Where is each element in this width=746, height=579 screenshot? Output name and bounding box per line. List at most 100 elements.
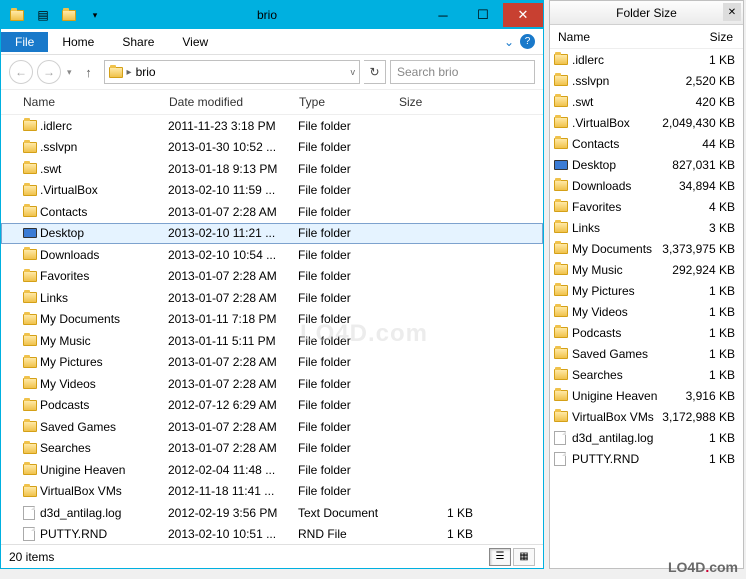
panel-row[interactable]: .idlerc1 KB <box>550 49 743 70</box>
panel-row[interactable]: My Pictures1 KB <box>550 280 743 301</box>
panel-row[interactable]: Desktop827,031 KB <box>550 154 743 175</box>
watermark-corner: LO4D.com <box>668 559 738 575</box>
panel-row[interactable]: PUTTY.RND1 KB <box>550 448 743 469</box>
panel-row[interactable]: Contacts44 KB <box>550 133 743 154</box>
panel-item-name: My Documents <box>572 242 661 256</box>
panel-item-name: My Music <box>572 263 661 277</box>
forward-button[interactable]: → <box>37 60 61 84</box>
table-row[interactable]: My Pictures2013-01-07 2:28 AMFile folder <box>1 352 543 374</box>
panel-item-name: .sslvpn <box>572 74 661 88</box>
table-row[interactable]: .idlerc2011-11-23 3:18 PMFile folder <box>1 115 543 137</box>
table-row[interactable]: Unigine Heaven2012-02-04 11:48 ...File f… <box>1 459 543 481</box>
panel-item-size: 1 KB <box>661 305 739 319</box>
table-row[interactable]: My Documents2013-01-11 7:18 PMFile folde… <box>1 309 543 331</box>
panel-row[interactable]: Links3 KB <box>550 217 743 238</box>
panel-item-size: 34,894 KB <box>661 179 739 193</box>
file-list[interactable]: .idlerc2011-11-23 3:18 PMFile folder.ssl… <box>1 115 543 545</box>
qat-newfolder-icon[interactable] <box>61 7 77 23</box>
up-button[interactable]: ↑ <box>78 61 100 83</box>
panel-row[interactable]: d3d_antilag.log1 KB <box>550 427 743 448</box>
qat-properties-icon[interactable]: ▤ <box>35 7 51 23</box>
close-button[interactable]: ✕ <box>503 3 543 27</box>
file-date: 2013-01-11 5:11 PM <box>168 334 298 348</box>
folder-icon <box>554 348 568 359</box>
panel-close-button[interactable]: ✕ <box>723 3 741 21</box>
history-dropdown-icon[interactable]: ▾ <box>65 67 74 78</box>
panel-col-name[interactable]: Name <box>554 30 663 44</box>
folder-icon <box>23 271 37 282</box>
folder-icon <box>554 285 568 296</box>
table-row[interactable]: Saved Games2013-01-07 2:28 AMFile folder <box>1 416 543 438</box>
file-type: File folder <box>298 463 398 477</box>
expand-ribbon-icon[interactable]: ⌄ <box>504 35 514 49</box>
table-row[interactable]: My Music2013-01-11 5:11 PMFile folder <box>1 330 543 352</box>
table-row[interactable]: My Videos2013-01-07 2:28 AMFile folder <box>1 373 543 395</box>
table-row[interactable]: VirtualBox VMs2012-11-18 11:41 ...File f… <box>1 481 543 503</box>
table-row[interactable]: Favorites2013-01-07 2:28 AMFile folder <box>1 266 543 288</box>
file-date: 2013-02-10 10:54 ... <box>168 248 298 262</box>
address-bar[interactable]: ▸ brio v <box>104 60 360 84</box>
tab-share[interactable]: Share <box>108 32 168 52</box>
qat-dropdown-icon[interactable]: ▾ <box>87 7 103 23</box>
panel-row[interactable]: Searches1 KB <box>550 364 743 385</box>
panel-row[interactable]: My Music292,924 KB <box>550 259 743 280</box>
table-row[interactable]: .VirtualBox2013-02-10 11:59 ...File fold… <box>1 180 543 202</box>
view-details-button[interactable]: ☰ <box>489 548 511 566</box>
panel-row[interactable]: .VirtualBox2,049,430 KB <box>550 112 743 133</box>
panel-row[interactable]: Downloads34,894 KB <box>550 175 743 196</box>
tab-file[interactable]: File <box>1 32 48 52</box>
panel-col-size[interactable]: Size <box>663 30 739 44</box>
file-type: File folder <box>298 226 398 240</box>
help-icon[interactable]: ? <box>520 34 535 49</box>
tab-view[interactable]: View <box>168 32 222 52</box>
file-type: File folder <box>298 183 398 197</box>
folder-icon <box>23 421 37 432</box>
panel-item-name: My Videos <box>572 305 661 319</box>
file-date: 2013-01-07 2:28 AM <box>168 420 298 434</box>
panel-row[interactable]: Saved Games1 KB <box>550 343 743 364</box>
back-button[interactable]: ← <box>9 60 33 84</box>
file-name: Downloads <box>40 248 168 262</box>
table-row[interactable]: PUTTY.RND2013-02-10 10:51 ...RND File1 K… <box>1 524 543 546</box>
table-row[interactable]: d3d_antilag.log2012-02-19 3:56 PMText Do… <box>1 502 543 524</box>
panel-row[interactable]: .swt420 KB <box>550 91 743 112</box>
view-icons-button[interactable]: ▦ <box>513 548 535 566</box>
col-size[interactable]: Size <box>399 95 479 109</box>
table-row[interactable]: Downloads2013-02-10 10:54 ...File folder <box>1 244 543 266</box>
folder-icon <box>554 96 568 107</box>
panel-row[interactable]: VirtualBox VMs3,172,988 KB <box>550 406 743 427</box>
folder-icon <box>23 292 37 303</box>
panel-item-size: 2,520 KB <box>661 74 739 88</box>
col-type[interactable]: Type <box>299 95 399 109</box>
panel-list[interactable]: .idlerc1 KB.sslvpn2,520 KB.swt420 KB.Vir… <box>550 49 743 469</box>
panel-row[interactable]: My Documents3,373,975 KB <box>550 238 743 259</box>
folder-icon <box>23 314 37 325</box>
breadcrumb[interactable]: brio <box>136 65 156 79</box>
tab-home[interactable]: Home <box>48 32 108 52</box>
table-row[interactable]: .swt2013-01-18 9:13 PMFile folder <box>1 158 543 180</box>
table-row[interactable]: Searches2013-01-07 2:28 AMFile folder <box>1 438 543 460</box>
panel-row[interactable]: Unigine Heaven3,916 KB <box>550 385 743 406</box>
file-type: File folder <box>298 420 398 434</box>
address-dropdown-icon[interactable]: v <box>351 67 356 77</box>
panel-row[interactable]: My Videos1 KB <box>550 301 743 322</box>
file-type: File folder <box>298 248 398 262</box>
panel-row[interactable]: .sslvpn2,520 KB <box>550 70 743 91</box>
table-row[interactable]: Contacts2013-01-07 2:28 AMFile folder <box>1 201 543 223</box>
panel-row[interactable]: Favorites4 KB <box>550 196 743 217</box>
search-input[interactable]: Search brio <box>390 60 535 84</box>
titlebar[interactable]: ▤ ▾ brio ─ ☐ ✕ <box>1 1 543 29</box>
refresh-button[interactable]: ↻ <box>364 60 386 84</box>
table-row[interactable]: Podcasts2012-07-12 6:29 AMFile folder <box>1 395 543 417</box>
file-name: Desktop <box>40 226 168 240</box>
maximize-button[interactable]: ☐ <box>463 3 503 27</box>
minimize-button[interactable]: ─ <box>423 3 463 27</box>
col-date[interactable]: Date modified <box>169 95 299 109</box>
table-row[interactable]: Links2013-01-07 2:28 AMFile folder <box>1 287 543 309</box>
table-row[interactable]: .sslvpn2013-01-30 10:52 ...File folder <box>1 137 543 159</box>
table-row[interactable]: Desktop2013-02-10 11:21 ...File folder <box>1 223 543 245</box>
col-name[interactable]: Name <box>1 95 169 109</box>
panel-titlebar[interactable]: Folder Size ✕ <box>550 1 743 25</box>
panel-row[interactable]: Podcasts1 KB <box>550 322 743 343</box>
panel-item-size: 2,049,430 KB <box>661 116 739 130</box>
